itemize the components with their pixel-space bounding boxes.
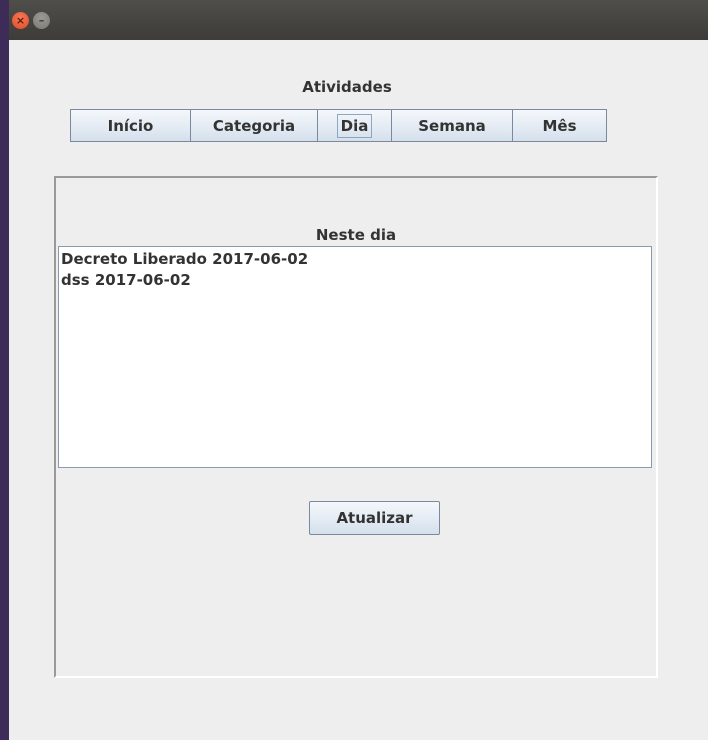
tab-label: Semana <box>418 116 486 135</box>
minimize-window-icon[interactable]: – <box>33 12 50 29</box>
tab-label: Mês <box>542 116 577 135</box>
list-item[interactable]: Decreto Liberado 2017-06-02 <box>61 249 649 270</box>
title-bar[interactable]: × – <box>9 0 708 40</box>
desktop-background <box>0 0 9 740</box>
day-panel: Neste dia Decreto Liberado 2017-06-02 ds… <box>54 176 658 678</box>
tab-label: Categoria <box>212 116 296 135</box>
view-tabs: Início Categoria Dia Semana Mês <box>70 109 607 142</box>
tab-label: Início <box>107 116 154 135</box>
update-button[interactable]: Atualizar <box>309 501 440 535</box>
tab-dia[interactable]: Dia <box>317 109 392 142</box>
section-title: Neste dia <box>315 226 397 244</box>
page-title: Atividades <box>302 78 392 96</box>
tab-mes[interactable]: Mês <box>512 109 607 142</box>
activity-list[interactable]: Decreto Liberado 2017-06-02 dss 2017-06-… <box>58 246 652 468</box>
tab-semana[interactable]: Semana <box>391 109 513 142</box>
main-content: Atividades Início Categoria Dia Semana M… <box>9 40 708 740</box>
list-item[interactable]: dss 2017-06-02 <box>61 270 649 291</box>
tab-inicio[interactable]: Início <box>70 109 191 142</box>
tab-label: Dia <box>336 113 373 138</box>
close-window-icon[interactable]: × <box>12 12 29 29</box>
tab-categoria[interactable]: Categoria <box>190 109 318 142</box>
app-window: × – Atividades Início Categoria Dia Sema… <box>9 0 708 740</box>
